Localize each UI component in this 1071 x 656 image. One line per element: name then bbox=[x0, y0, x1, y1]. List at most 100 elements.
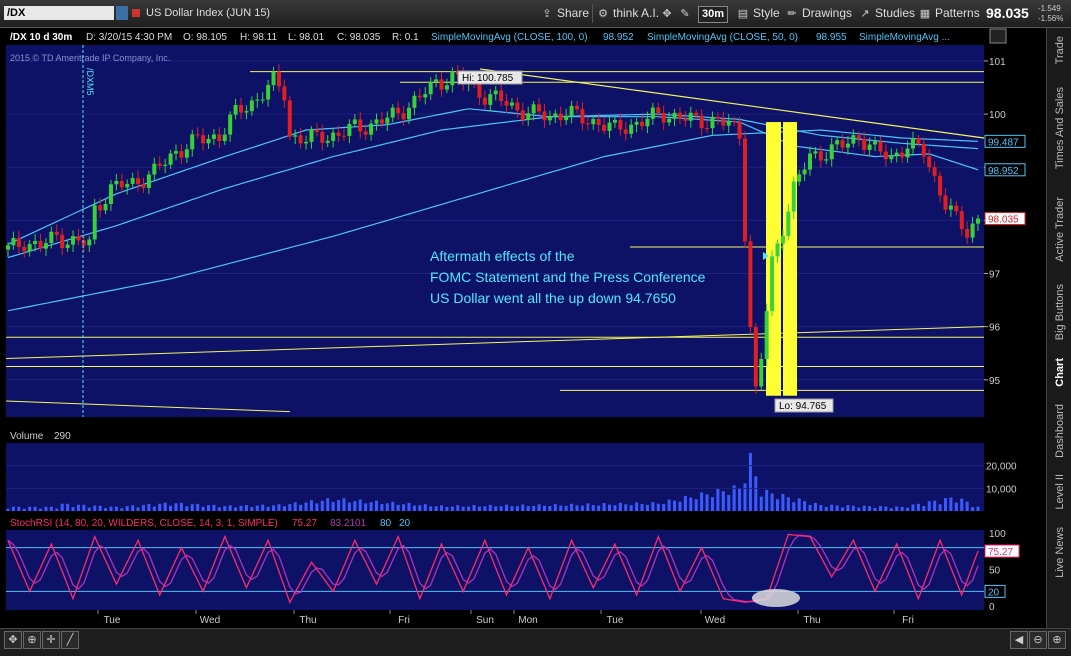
studies-button[interactable]: ↗ Studies bbox=[858, 5, 915, 22]
volume-bar bbox=[44, 506, 48, 511]
style-button[interactable]: ▤ Style bbox=[736, 5, 780, 22]
tab-trade[interactable]: Trade bbox=[1047, 28, 1071, 72]
sma100-value: 98.952 bbox=[603, 32, 634, 43]
candle-body bbox=[753, 327, 758, 387]
zoom-in-icon[interactable]: ⊕ bbox=[23, 631, 41, 649]
candle-body bbox=[927, 156, 932, 168]
link-icon[interactable] bbox=[131, 8, 141, 18]
candle-body bbox=[591, 119, 596, 125]
volume-bar bbox=[93, 505, 97, 511]
drawings-button[interactable]: ✏ Drawings bbox=[785, 5, 852, 22]
zoom-in-time-icon[interactable]: ⊕ bbox=[1048, 631, 1066, 649]
pan-tool-icon[interactable]: ✥ bbox=[4, 631, 22, 649]
volume-bar bbox=[33, 506, 37, 511]
annotation-line-3: US Dollar went all the up down 94.7650 bbox=[430, 290, 676, 306]
tab-live-news[interactable]: Live News bbox=[1047, 520, 1071, 584]
symbol-input[interactable]: /DX bbox=[4, 6, 114, 20]
volume-bar bbox=[960, 498, 964, 511]
candle-body bbox=[293, 135, 298, 137]
volume-bar bbox=[895, 506, 899, 511]
tab-level-ii[interactable]: Level II bbox=[1047, 468, 1071, 516]
volume-bar bbox=[39, 508, 43, 511]
volume-bar bbox=[889, 508, 893, 511]
volume-bar bbox=[743, 483, 747, 511]
volume-bar bbox=[727, 494, 731, 511]
candle-body bbox=[542, 111, 547, 121]
volume-bar bbox=[808, 505, 812, 511]
volume-bar bbox=[694, 499, 698, 511]
tab-active-trader[interactable]: Active Trader bbox=[1047, 184, 1071, 274]
candle-body bbox=[634, 121, 639, 125]
volume-bar bbox=[223, 506, 227, 511]
volume-bar bbox=[781, 493, 785, 511]
candle-body bbox=[667, 118, 672, 123]
volume-bar bbox=[293, 502, 297, 511]
volume-bar bbox=[244, 504, 248, 511]
candle-body bbox=[71, 236, 76, 245]
zoom-out-icon[interactable]: ⊖ bbox=[1029, 631, 1047, 649]
volume-bar bbox=[813, 502, 817, 511]
volume-bar bbox=[841, 507, 845, 511]
candle-body bbox=[423, 94, 428, 98]
share-button[interactable]: ⇪ Share bbox=[540, 5, 589, 22]
candle-body bbox=[482, 97, 487, 105]
candle-body bbox=[282, 86, 287, 101]
volume-bar bbox=[418, 505, 422, 511]
candle-body bbox=[661, 112, 666, 123]
stoch-oversold: 20 bbox=[399, 518, 411, 529]
candle-body bbox=[894, 152, 899, 156]
expand-chart-button[interactable] bbox=[989, 28, 1007, 44]
volume-bar bbox=[971, 507, 975, 511]
candle-body bbox=[737, 122, 742, 139]
candle-body bbox=[699, 115, 704, 129]
candle-body bbox=[564, 116, 569, 121]
candle-body bbox=[119, 180, 124, 188]
tab-chart[interactable]: Chart bbox=[1047, 350, 1071, 394]
sma50-value: 98.955 bbox=[816, 32, 847, 43]
chart-area[interactable]: 9596979899100101 /DX 10 d 30m D: 3/20/15… bbox=[0, 28, 1046, 628]
volume-bar bbox=[786, 497, 790, 511]
price-chart-svg[interactable]: 9596979899100101 /DX 10 d 30m D: 3/20/15… bbox=[0, 28, 1046, 628]
candle-body bbox=[504, 101, 509, 106]
symbol-dropdown-button[interactable] bbox=[116, 6, 128, 20]
candle-body bbox=[835, 140, 840, 145]
candle-body bbox=[959, 211, 964, 229]
volume-bar bbox=[683, 496, 687, 511]
tab-dashboard[interactable]: Dashboard bbox=[1047, 398, 1071, 463]
volume-bar bbox=[873, 507, 877, 511]
candle-body bbox=[862, 138, 867, 150]
tab-big-buttons[interactable]: Big Buttons bbox=[1047, 277, 1071, 347]
candle-body bbox=[580, 109, 585, 124]
tab-times-and-sales[interactable]: Times And Sales bbox=[1047, 76, 1071, 181]
candle-body bbox=[867, 144, 872, 150]
crosshair-tool-button[interactable]: ✥ bbox=[660, 5, 674, 22]
bar-date: D: 3/20/15 4:30 PM bbox=[86, 32, 172, 43]
volume-bar bbox=[900, 506, 904, 511]
candle-body bbox=[732, 121, 737, 123]
price-tick-label: 95 bbox=[989, 376, 1001, 387]
volume-bar bbox=[104, 508, 108, 511]
zoom-tool-button[interactable]: ✎ bbox=[678, 5, 692, 22]
volume-bar bbox=[613, 505, 617, 511]
candle-body bbox=[184, 149, 189, 158]
stoch-label: StochRSI (14, 80, 20, WILDERS, CLOSE, 14… bbox=[10, 518, 278, 529]
annotation-line-2: FOMC Statement and the Press Conference bbox=[430, 269, 706, 285]
candle-body bbox=[146, 174, 151, 188]
candle-body bbox=[488, 94, 493, 105]
candle-body bbox=[976, 218, 980, 224]
volume-bar bbox=[277, 504, 281, 511]
volume-bar bbox=[916, 503, 920, 511]
candle-body bbox=[824, 159, 829, 161]
drawing-line-icon[interactable]: ╱ bbox=[61, 631, 79, 649]
candle-body bbox=[379, 119, 384, 124]
volume-bar bbox=[450, 506, 454, 511]
candle-body bbox=[612, 119, 617, 123]
candle-body bbox=[287, 100, 292, 137]
period-selector[interactable]: 30m bbox=[698, 6, 729, 23]
share-icon: ⇪ bbox=[542, 7, 552, 20]
patterns-button[interactable]: ▦ Patterns bbox=[918, 5, 980, 22]
scroll-left-icon[interactable]: ◀ bbox=[1010, 631, 1028, 649]
candle-body bbox=[266, 85, 271, 100]
think-ai-button[interactable]: ⚙ think A.I. bbox=[596, 5, 659, 22]
crosshair-icon[interactable]: ✛ bbox=[42, 631, 60, 649]
